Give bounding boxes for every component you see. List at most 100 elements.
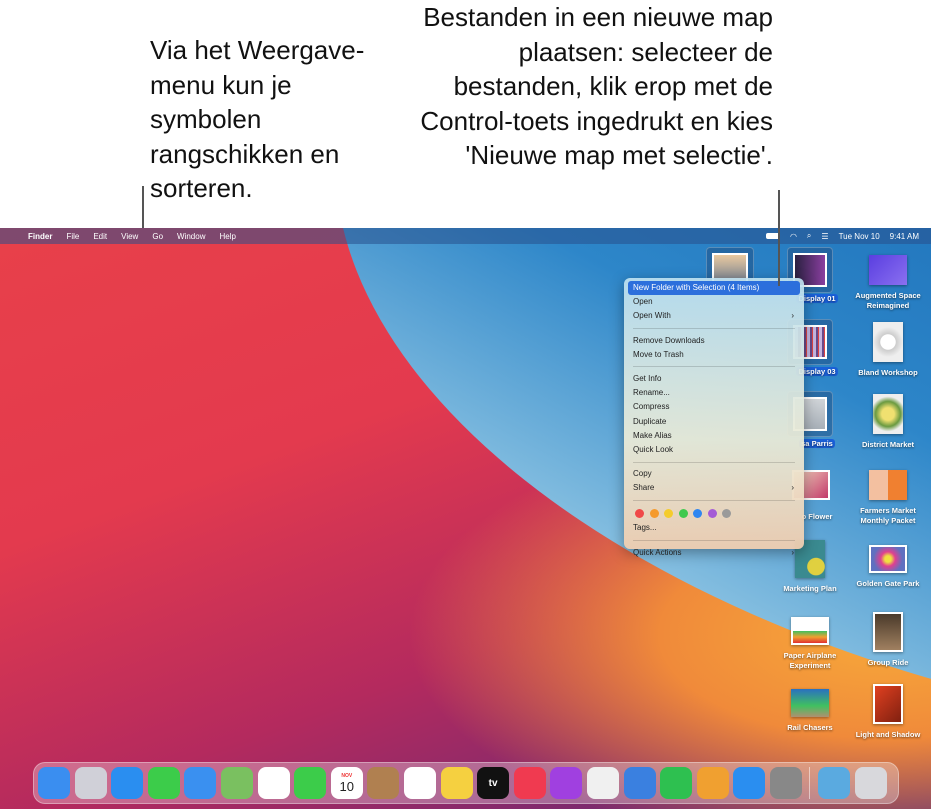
menu-file[interactable]: File [66,232,79,241]
menu-item-rename[interactable]: Rename... [628,386,800,400]
menu-view[interactable]: View [121,232,138,241]
dock-pages-icon[interactable] [696,767,729,799]
desktop-file-augmented-space[interactable]: Augmented Space Reimagined [851,255,925,311]
file-label: Rail Chasers [787,723,833,732]
callout-line-right [778,190,780,286]
tag-color-dot[interactable] [707,509,717,519]
dock-tv-icon[interactable]: tv [477,767,510,799]
dock-keynote-icon[interactable] [623,767,656,799]
dock-notes-icon[interactable] [440,767,473,799]
menu-window[interactable]: Window [177,232,205,241]
dock-system-preferences-icon[interactable] [769,767,802,799]
file-label: Farmers Market Monthly Packet [860,506,916,525]
file-label: Paper Airplane Experiment [783,651,837,670]
menu-item-quick-look[interactable]: Quick Look [628,443,800,457]
chevron-right-icon: › [791,483,794,493]
tv-label: tv [488,777,498,789]
menu-item-tags[interactable]: Tags... [628,521,800,535]
menu-separator [633,366,795,368]
file-thumbnail [873,322,903,362]
file-thumbnail [873,394,903,434]
dock-finder-icon[interactable] [38,767,70,799]
menu-separator [633,328,795,330]
dock-photos-icon[interactable] [257,767,290,799]
chevron-right-icon: › [791,547,794,557]
dock-launchpad-icon[interactable] [74,767,107,799]
control-center-icon[interactable]: ☰ [821,232,828,241]
desktop-file-farmers-market[interactable]: Farmers Market Monthly Packet [851,470,925,526]
file-label: Bland Workshop [858,368,918,377]
menu-item-make-alias[interactable]: Make Alias [628,429,800,443]
spotlight-search-icon[interactable]: ⌕ [807,231,811,241]
file-label: Group Ride [867,658,909,667]
menu-separator [633,461,795,463]
dock-reminders-icon[interactable] [403,767,436,799]
menu-go[interactable]: Go [152,232,163,241]
dock-music-icon[interactable] [513,767,546,799]
menu-item-remove-downloads[interactable]: Remove Downloads [628,334,800,348]
tag-color-dot[interactable] [722,509,731,519]
tag-colors [628,505,800,521]
menu-edit[interactable]: Edit [93,232,107,241]
dock: NOV 10 tv [33,762,899,804]
tag-color-dot[interactable] [649,509,659,519]
menu-item-quick-actions[interactable]: Quick Actions › [628,546,800,560]
menu-help[interactable]: Help [219,232,235,241]
file-label: Golden Gate Park [856,579,920,588]
menu-date: Tue Nov 10 [838,231,880,241]
desktop-file-light-and-shadow[interactable]: Light and Shadow [851,684,925,740]
tag-color-dot[interactable] [664,509,673,519]
desktop-file-golden-gate-park[interactable]: Golden Gate Park [851,545,925,589]
callout-new-folder: Bestanden in een nieuwe map plaatsen: se… [420,2,773,170]
desktop-file-rail-chasers[interactable]: Rail Chasers [773,689,847,733]
file-label: sa Parris [799,439,835,448]
dock-app-store-icon[interactable] [733,767,766,799]
dock-downloads-icon[interactable] [818,767,851,799]
desktop[interactable]: Finder File Edit View Go Window Help ◠ ⌕… [0,228,931,809]
context-menu: New Folder with Selection (4 Items) Open… [624,278,804,557]
menu-separator [633,499,795,501]
tag-color-dot[interactable] [693,509,702,519]
menu-item-label: Quick Actions [633,547,682,557]
file-label: Marketing Plan [783,584,837,593]
dock-facetime-icon[interactable] [294,767,327,799]
dock-trash-icon[interactable] [854,767,887,799]
menu-separator [633,540,795,542]
menu-finder[interactable]: Finder [28,232,52,241]
tag-color-dot[interactable] [635,509,644,519]
menu-item-open[interactable]: Open [628,295,800,309]
desktop-file-paper-airplane[interactable]: Paper Airplane Experiment [773,617,847,671]
menu-item-get-info[interactable]: Get Info [628,372,800,386]
dock-numbers-icon[interactable] [660,767,693,799]
dock-podcasts-icon[interactable] [550,767,583,799]
callout-line-left [142,186,144,230]
menu-item-duplicate[interactable]: Duplicate [628,415,800,429]
menu-item-new-folder-with-selection[interactable]: New Folder with Selection (4 Items) [628,281,800,296]
file-thumbnail [869,545,907,573]
file-label: Augmented Space Reimagined [855,291,921,310]
dock-calendar-icon[interactable]: NOV 10 [330,767,363,799]
menu-item-share[interactable]: Share › [628,481,800,495]
menu-item-compress[interactable]: Compress [628,400,800,414]
desktop-file-group-ride[interactable]: Group Ride [851,612,925,668]
callout-view-menu: Via het Weergave-menu kun je symbolen ra… [150,35,365,203]
dock-mail-icon[interactable] [184,767,217,799]
file-thumbnail [873,684,903,724]
tag-color-dot[interactable] [678,509,688,519]
file-thumbnail [869,470,907,500]
wifi-icon[interactable]: ◠ [790,232,797,241]
file-thumbnail [873,612,903,652]
dock-maps-icon[interactable] [220,767,253,799]
dock-safari-icon[interactable] [111,767,144,799]
desktop-file-district-market[interactable]: District Market [851,394,925,450]
dock-news-icon[interactable] [586,767,619,799]
chevron-right-icon: › [791,311,794,321]
menu-item-open-with[interactable]: Open With › [628,309,800,323]
dock-messages-icon[interactable] [147,767,180,799]
menu-item-move-to-trash[interactable]: Move to Trash [628,348,800,362]
dock-contacts-icon[interactable] [367,767,400,799]
file-thumbnail [791,617,829,645]
menu-item-label: Open With [633,311,671,321]
desktop-file-bland-workshop[interactable]: Bland Workshop [851,322,925,378]
menu-item-copy[interactable]: Copy [628,467,800,481]
